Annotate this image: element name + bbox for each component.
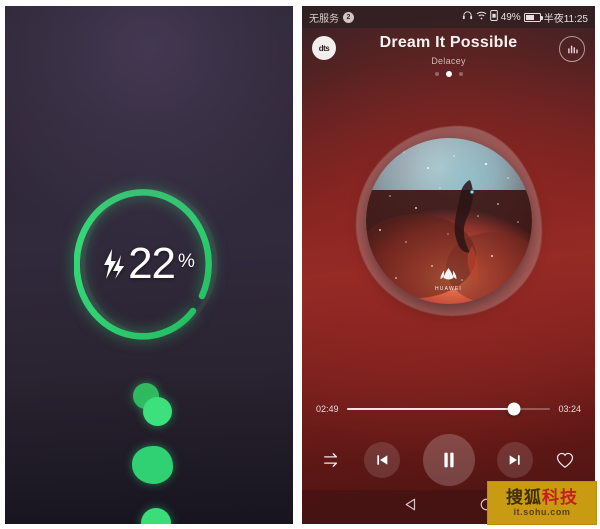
droplet-2 xyxy=(143,397,172,426)
huawei-logo: HUAWEI xyxy=(435,267,462,292)
battery-percent-label: 49% xyxy=(500,11,521,23)
double-lightning-bolt-icon xyxy=(104,248,125,279)
battery-icon xyxy=(523,12,543,22)
huawei-wordmark: HUAWEI xyxy=(434,286,463,292)
elapsed-time: 02:49 xyxy=(316,404,339,414)
play-pause-button[interactable] xyxy=(422,434,475,486)
equalizer-icon[interactable] xyxy=(559,36,585,62)
wifi-icon xyxy=(476,10,487,24)
page-dot-1[interactable] xyxy=(434,72,439,76)
page-dots xyxy=(302,71,595,77)
total-time: 03:24 xyxy=(558,404,581,414)
music-player-screen: 无服务 2 49% 半夜11:25 dts Dream It Possible … xyxy=(302,6,595,524)
screenshot-root: 22 % 无服务 2 49% 半夜11:25 dts Dream It Poss… xyxy=(0,0,600,529)
charging-screen: 22 % xyxy=(5,6,293,524)
artist-label: Delacey xyxy=(431,56,466,66)
status-bar-left: 无服务 2 xyxy=(309,10,354,25)
shuffle-icon[interactable] xyxy=(322,450,342,470)
percent-sign: % xyxy=(178,250,195,272)
battery-readout: 22 % xyxy=(103,238,195,288)
page-dot-3[interactable] xyxy=(458,72,463,76)
sim-card-icon xyxy=(489,10,498,24)
next-track-icon[interactable] xyxy=(496,442,533,478)
headset-icon xyxy=(462,10,473,24)
watermark-title-a: 搜狐 xyxy=(506,487,542,507)
progress-row: 02:49 03:24 xyxy=(316,402,581,416)
seek-bar[interactable] xyxy=(346,402,551,416)
page-title: Dream It Possible xyxy=(379,34,518,51)
seek-bar-fill xyxy=(346,408,514,410)
player-header: dts Dream It Possible Delacey xyxy=(302,28,595,86)
album-art[interactable]: HUAWEI xyxy=(354,124,544,320)
charging-droplets xyxy=(5,366,293,524)
watermark: 搜狐科技 it.sohu.com xyxy=(487,481,597,525)
huawei-mark-icon xyxy=(435,267,462,285)
status-bar-right: 49% 半夜11:25 xyxy=(462,10,588,25)
watermark-title: 搜狐科技 xyxy=(506,487,578,507)
watermark-url: it.sohu.com xyxy=(513,507,571,518)
status-bar-clock: 半夜11:25 xyxy=(543,13,588,25)
back-triangle-icon[interactable] xyxy=(404,497,419,517)
seek-bar-knob[interactable] xyxy=(507,402,521,416)
droplet-3 xyxy=(132,446,173,484)
carrier-label: 无服务 xyxy=(309,13,339,25)
droplet-4 xyxy=(141,508,171,524)
album-art-image: HUAWEI xyxy=(365,138,532,304)
pause-icon xyxy=(443,452,454,468)
battery-percent-value: 22 xyxy=(128,238,176,288)
previous-track-icon[interactable] xyxy=(364,442,401,478)
heart-icon[interactable] xyxy=(555,450,575,470)
status-bar: 无服务 2 49% 半夜11:25 xyxy=(302,6,595,28)
sim-badge: 2 xyxy=(343,11,354,23)
page-dot-2[interactable] xyxy=(445,71,452,77)
watermark-title-b: 科技 xyxy=(542,487,578,507)
charging-ring: 22 % xyxy=(74,181,224,346)
